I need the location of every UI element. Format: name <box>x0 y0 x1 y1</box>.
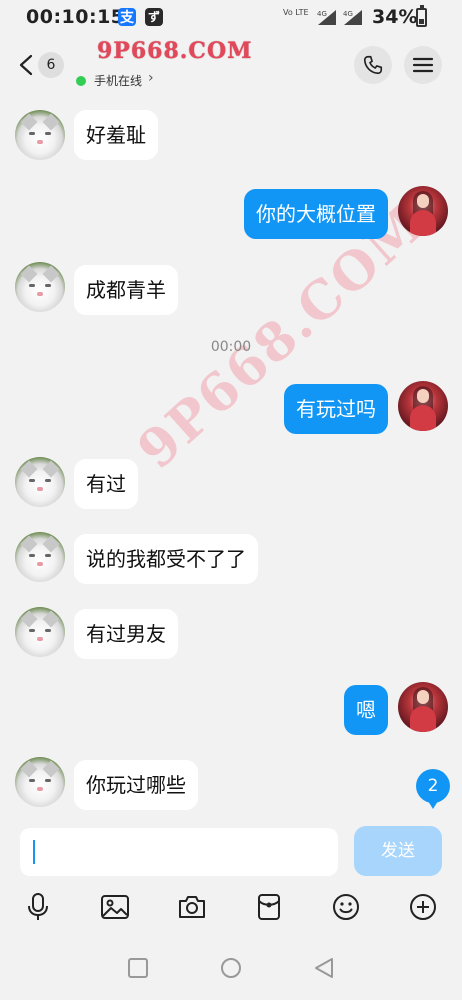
plus-icon <box>410 894 436 920</box>
contact-name[interactable]: 9P668.COM <box>97 38 252 64</box>
emoji-button[interactable] <box>329 890 363 924</box>
app-glyph: ず <box>148 10 161 24</box>
emoji-icon <box>333 894 359 920</box>
image-icon <box>101 895 129 919</box>
message-bubble-incoming[interactable]: 成都青羊 <box>74 265 178 315</box>
contact-avatar[interactable] <box>15 262 65 312</box>
message-bubble-incoming[interactable]: 说的我都受不了了 <box>74 534 258 584</box>
more-button[interactable] <box>406 890 440 924</box>
contact-avatar[interactable] <box>15 757 65 807</box>
chevron-left-icon <box>19 54 33 76</box>
status-time: 00:10:15 <box>26 6 125 28</box>
menu-icon <box>412 57 434 73</box>
signal-4g-icon: 4G <box>317 10 336 25</box>
status-bar: 00:10:15 支 ず Vo LTE 4G 4G 34% <box>0 0 462 34</box>
red-packet-button[interactable] <box>252 890 286 924</box>
input-toolbar <box>0 882 462 932</box>
signal-4g-icon: 4G <box>343 10 362 25</box>
volte-indicator: Vo LTE <box>283 8 309 17</box>
battery-icon <box>416 5 427 27</box>
sim1-label: 4G <box>317 10 327 18</box>
time-divider: 00:00 <box>210 339 252 355</box>
message-bubble-outgoing[interactable]: 有玩过吗 <box>284 384 388 434</box>
camera-button[interactable] <box>175 890 209 924</box>
back-icon[interactable] <box>312 956 336 980</box>
my-avatar[interactable] <box>398 186 448 236</box>
phone-icon <box>363 55 383 75</box>
back-button[interactable]: 6 <box>10 48 70 82</box>
contact-avatar[interactable] <box>15 110 65 160</box>
contact-avatar[interactable] <box>15 607 65 657</box>
chevron-right-icon[interactable]: › <box>148 70 154 86</box>
voice-button[interactable] <box>21 890 55 924</box>
battery-fill <box>419 18 424 24</box>
menu-button[interactable] <box>404 46 442 84</box>
sim2-label: 4G <box>343 10 353 18</box>
unread-count-badge: 6 <box>38 52 64 78</box>
send-button[interactable]: 发送 <box>354 826 442 876</box>
online-status[interactable]: 手机在线 <box>94 72 142 89</box>
image-button[interactable] <box>98 890 132 924</box>
recents-icon[interactable] <box>126 956 150 980</box>
contact-avatar[interactable] <box>15 532 65 582</box>
message-input[interactable] <box>20 828 338 876</box>
input-bar: 发送 <box>0 820 462 882</box>
call-button[interactable] <box>354 46 392 84</box>
online-status-dot <box>76 76 86 86</box>
new-message-badge[interactable]: 2 <box>416 769 450 809</box>
chat-header: 6 9P668.COM 手机在线 › <box>0 34 462 96</box>
system-nav-bar <box>0 932 462 1000</box>
message-bubble-incoming[interactable]: 有过男友 <box>74 609 178 659</box>
message-bubble-incoming[interactable]: 你玩过哪些 <box>74 760 198 810</box>
my-avatar[interactable] <box>398 682 448 732</box>
red-packet-icon <box>258 894 280 920</box>
microphone-icon <box>28 893 48 920</box>
contact-avatar[interactable] <box>15 457 65 507</box>
message-bubble-incoming[interactable]: 好羞耻 <box>74 110 158 160</box>
message-bubble-outgoing[interactable]: 嗯 <box>344 685 388 735</box>
camera-icon <box>179 896 205 918</box>
text-caret <box>33 840 35 864</box>
message-bubble-incoming[interactable]: 有过 <box>74 459 138 509</box>
my-avatar[interactable] <box>398 381 448 431</box>
battery-percent: 34% <box>372 6 418 28</box>
message-list[interactable]: 9P668.COM 好羞耻 你的大概位置 成都青羊 00:00 有玩过吗 有过 … <box>0 96 462 820</box>
app-icon: ず <box>145 8 163 26</box>
alipay-glyph: 支 <box>120 10 134 26</box>
alipay-icon: 支 <box>118 8 136 26</box>
message-bubble-outgoing[interactable]: 你的大概位置 <box>244 189 388 239</box>
home-icon[interactable] <box>219 956 243 980</box>
